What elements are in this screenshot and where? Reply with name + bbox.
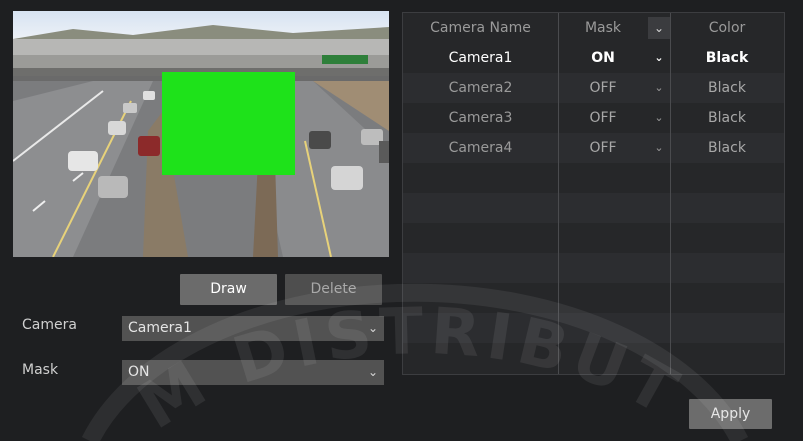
table-row[interactable]: Camera1 ON ⌄ Black bbox=[403, 43, 784, 73]
chevron-down-icon: ⌄ bbox=[367, 365, 378, 379]
row-color-value[interactable]: Black bbox=[670, 103, 784, 133]
column-divider bbox=[558, 13, 559, 374]
empty-row bbox=[403, 283, 784, 313]
empty-row bbox=[403, 253, 784, 283]
mask-batch-dropdown[interactable]: ⌄ bbox=[648, 17, 670, 39]
row-camera-name: Camera2 bbox=[448, 80, 513, 96]
table-row[interactable]: Camera4 OFF ⌄ Black bbox=[403, 133, 784, 163]
row-camera-name: Camera3 bbox=[448, 110, 513, 126]
row-color-value[interactable]: Black bbox=[670, 73, 784, 103]
column-divider bbox=[670, 13, 671, 374]
empty-row bbox=[403, 223, 784, 253]
camera-preview[interactable] bbox=[13, 11, 389, 257]
road-sign-icon bbox=[322, 55, 368, 64]
table-row[interactable]: Camera2 OFF ⌄ Black bbox=[403, 73, 784, 103]
table-row[interactable]: Camera3 OFF ⌄ Black bbox=[403, 103, 784, 133]
camera-mask-table: Camera Name Mask ⌄ Color Camera1 ON ⌄ Bl… bbox=[402, 12, 785, 375]
privacy-mask-area[interactable] bbox=[162, 72, 295, 175]
delete-button[interactable]: Delete bbox=[285, 274, 382, 305]
mask-select[interactable]: ON ⌄ bbox=[122, 360, 384, 385]
header-mask: Mask bbox=[584, 20, 622, 36]
chevron-down-icon: ⌄ bbox=[367, 321, 378, 335]
chevron-down-icon: ⌄ bbox=[653, 21, 665, 35]
header-camera-name: Camera Name bbox=[430, 20, 531, 36]
empty-row bbox=[403, 163, 784, 193]
row-mask-value[interactable]: OFF bbox=[558, 73, 648, 103]
row-camera-name: Camera1 bbox=[448, 50, 513, 66]
chevron-down-icon[interactable]: ⌄ bbox=[648, 133, 670, 163]
chevron-down-icon[interactable]: ⌄ bbox=[648, 73, 670, 103]
row-color-value[interactable]: Black bbox=[670, 43, 784, 73]
apply-button[interactable]: Apply bbox=[689, 399, 772, 429]
camera-select-value: Camera1 bbox=[128, 320, 192, 336]
header-color: Color bbox=[708, 20, 746, 36]
chevron-down-icon[interactable]: ⌄ bbox=[648, 43, 670, 73]
camera-label: Camera bbox=[22, 317, 77, 333]
empty-row bbox=[403, 313, 784, 343]
chevron-down-icon[interactable]: ⌄ bbox=[648, 103, 670, 133]
row-mask-value[interactable]: ON bbox=[558, 43, 648, 73]
row-mask-value[interactable]: OFF bbox=[558, 133, 648, 163]
row-mask-value[interactable]: OFF bbox=[558, 103, 648, 133]
mask-label: Mask bbox=[22, 362, 59, 378]
row-color-value[interactable]: Black bbox=[670, 133, 784, 163]
table-header: Camera Name Mask ⌄ Color bbox=[403, 13, 784, 43]
row-camera-name: Camera4 bbox=[448, 140, 513, 156]
camera-select[interactable]: Camera1 ⌄ bbox=[122, 316, 384, 341]
mask-select-value: ON bbox=[128, 364, 150, 380]
draw-button[interactable]: Draw bbox=[180, 274, 277, 305]
empty-row bbox=[403, 193, 784, 223]
empty-row bbox=[403, 343, 784, 373]
